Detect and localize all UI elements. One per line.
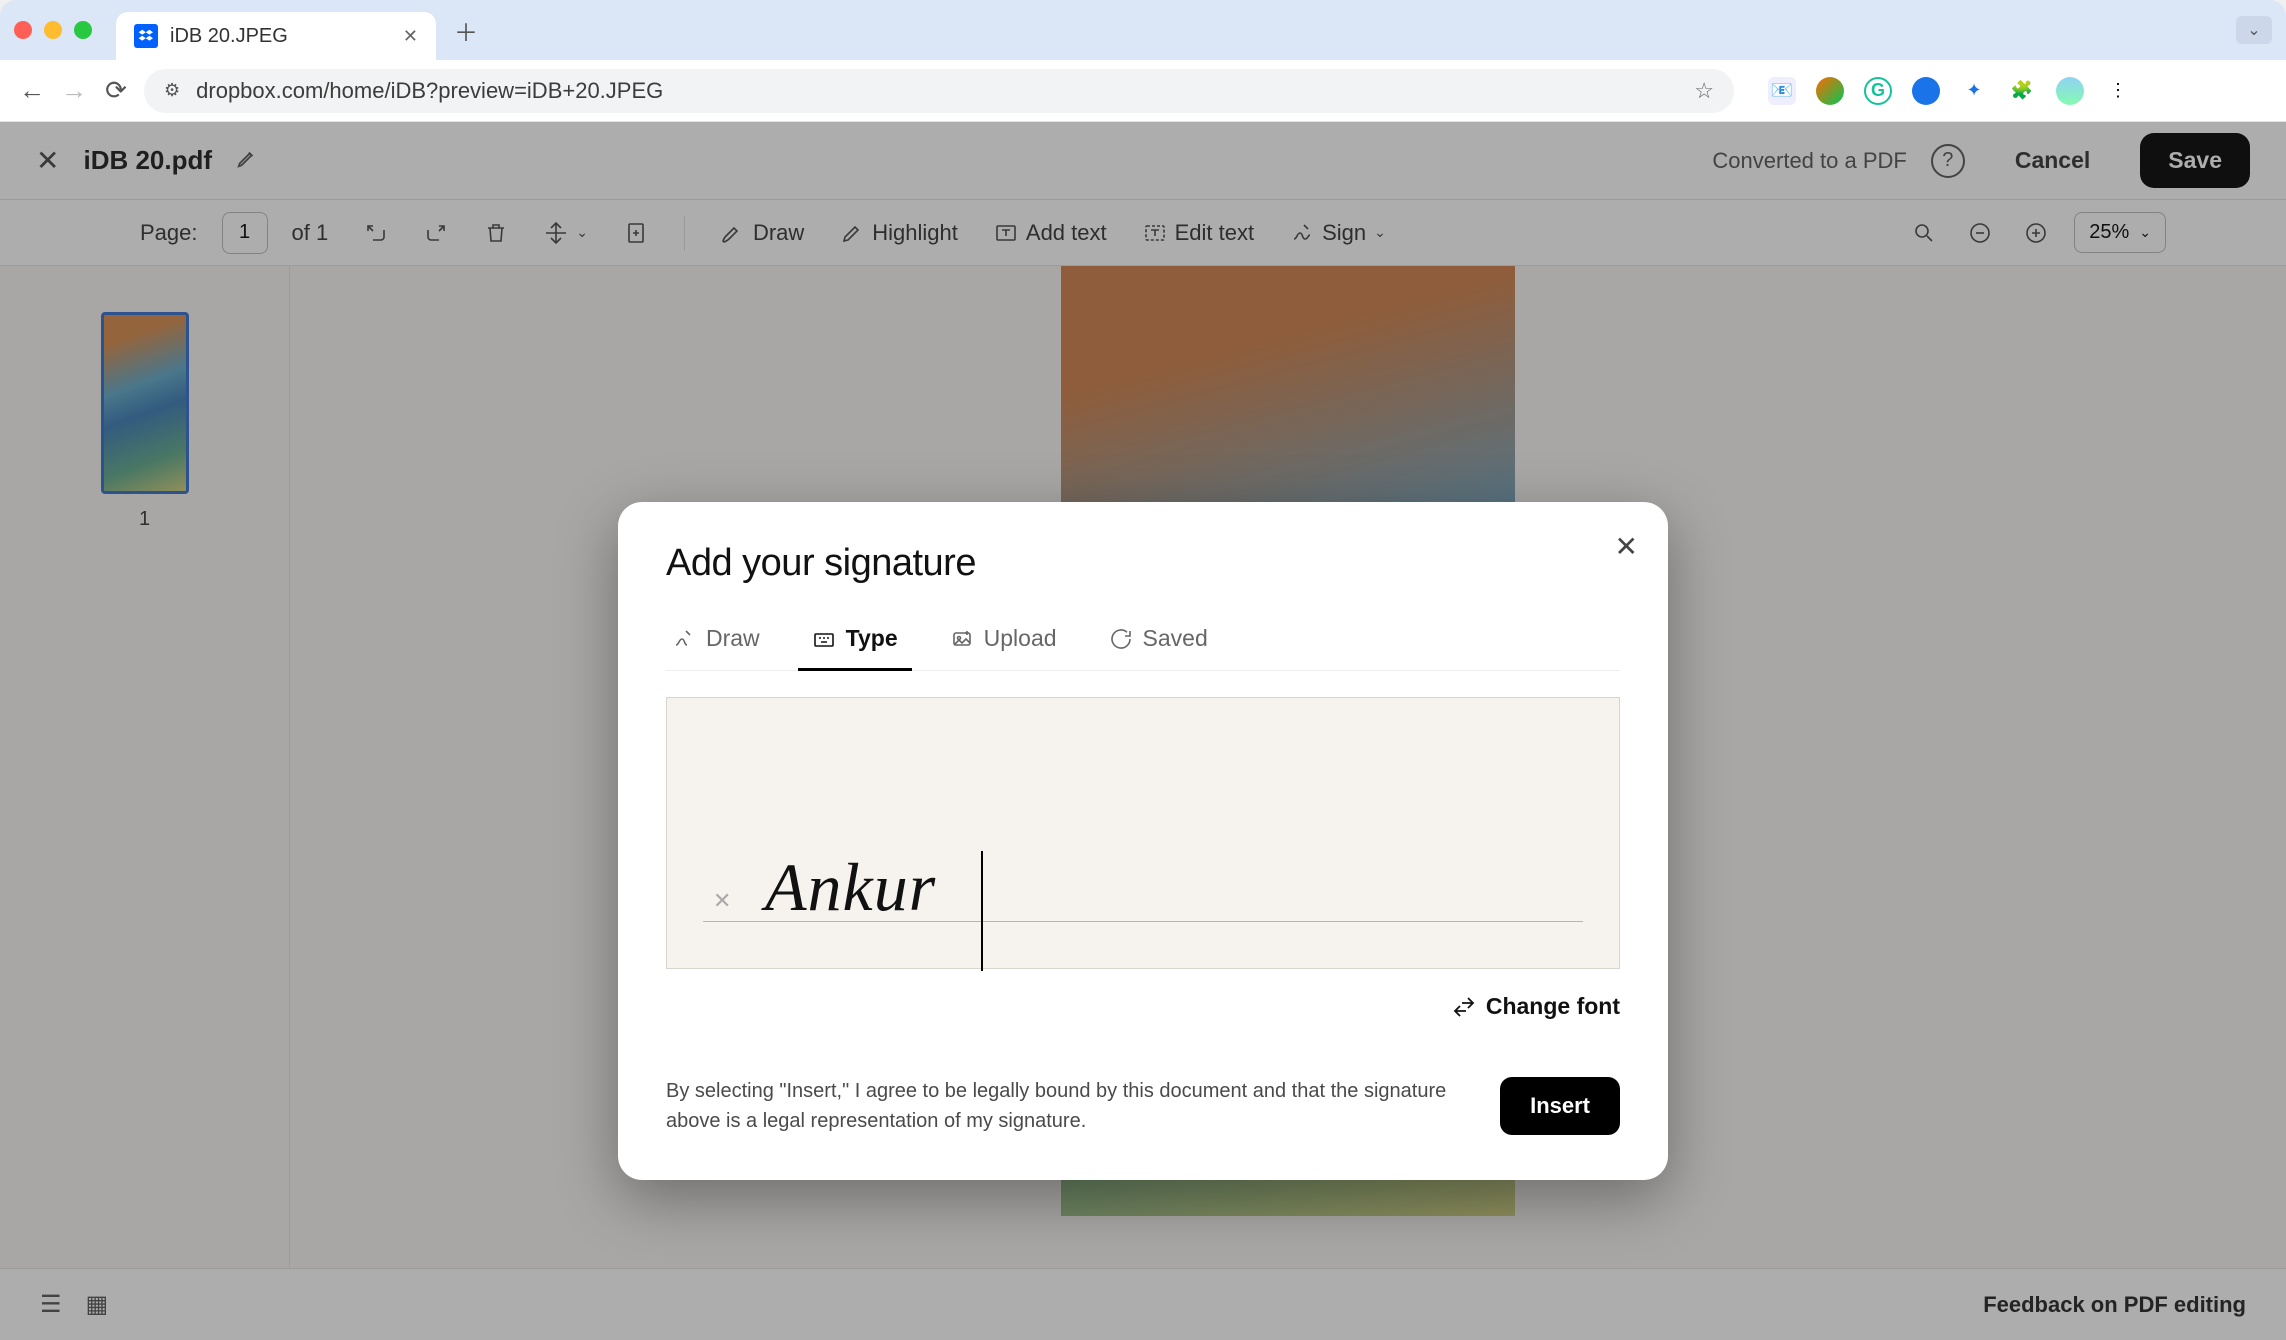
- window-close-button[interactable]: [14, 21, 32, 39]
- extension-icon[interactable]: G: [1864, 77, 1892, 105]
- tab-draw[interactable]: Draw: [666, 613, 766, 670]
- url-bar[interactable]: ⚙ dropbox.com/home/iDB?preview=iDB+20.JP…: [144, 69, 1734, 113]
- tab-saved[interactable]: Saved: [1103, 613, 1214, 670]
- insert-button[interactable]: Insert: [1500, 1077, 1620, 1135]
- tab-type[interactable]: Type: [806, 613, 904, 670]
- extension-icon[interactable]: ✦: [1960, 77, 1988, 105]
- modal-title: Add your signature: [666, 542, 1620, 585]
- new-tab-button[interactable]: ＋: [454, 13, 478, 48]
- url-bar-row: ← → ⟳ ⚙ dropbox.com/home/iDB?preview=iDB…: [0, 60, 2286, 122]
- legal-disclaimer: By selecting "Insert," I agree to be leg…: [666, 1076, 1470, 1136]
- window-maximize-button[interactable]: [74, 21, 92, 39]
- tab-overflow-icon[interactable]: ⌄: [2236, 16, 2272, 44]
- signature-text: Ankur: [765, 848, 936, 927]
- signature-tabs: Draw Type Upload Saved: [666, 613, 1620, 671]
- extensions-menu-icon[interactable]: 🧩: [2008, 77, 2036, 105]
- dropbox-favicon-icon: [134, 24, 158, 48]
- signature-baseline: Ankur: [703, 842, 1583, 922]
- extension-icons: 📧 G ✦ 🧩 ⋮: [1768, 77, 2132, 105]
- window-controls: [14, 21, 92, 39]
- reload-button[interactable]: ⟳: [102, 75, 130, 106]
- extension-icon[interactable]: 📧: [1768, 77, 1796, 105]
- back-button[interactable]: ←: [18, 75, 46, 106]
- browser-tab[interactable]: iDB 20.JPEG ✕: [116, 12, 436, 60]
- extension-icon[interactable]: [1816, 77, 1844, 105]
- signature-input-area[interactable]: ✕ Ankur: [666, 697, 1620, 969]
- change-font-button[interactable]: Change font: [1452, 993, 1620, 1020]
- window-minimize-button[interactable]: [44, 21, 62, 39]
- tab-upload[interactable]: Upload: [944, 613, 1063, 670]
- signature-modal: ✕ Add your signature Draw Type Upload Sa…: [618, 502, 1668, 1180]
- tab-close-icon[interactable]: ✕: [403, 26, 418, 47]
- forward-button[interactable]: →: [60, 75, 88, 106]
- bookmark-star-icon[interactable]: ☆: [1694, 78, 1714, 104]
- url-text: dropbox.com/home/iDB?preview=iDB+20.JPEG: [196, 78, 663, 104]
- browser-chrome: iDB 20.JPEG ✕ ＋ ⌄: [0, 0, 2286, 60]
- modal-close-button[interactable]: ✕: [1615, 530, 1638, 563]
- chrome-menu-icon[interactable]: ⋮: [2104, 77, 2132, 105]
- tab-title: iDB 20.JPEG: [170, 25, 391, 48]
- app-workspace: ✕ iDB 20.pdf Converted to a PDF ? Cancel…: [0, 122, 2286, 1340]
- text-caret: [981, 851, 983, 971]
- site-settings-icon[interactable]: ⚙: [164, 80, 180, 101]
- profile-avatar[interactable]: [2056, 77, 2084, 105]
- extension-icon[interactable]: [1912, 77, 1940, 105]
